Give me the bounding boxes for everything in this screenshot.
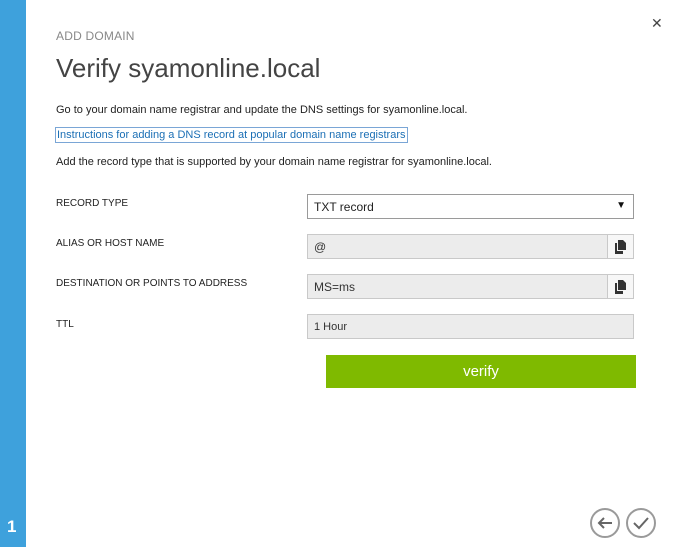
ttl-value: 1 Hour	[314, 320, 348, 333]
finish-button[interactable]	[626, 508, 656, 538]
destination-label: DESTINATION OR POINTS TO ADDRESS	[56, 278, 248, 289]
copy-icon	[614, 279, 626, 294]
ttl-label: TTL	[56, 319, 74, 330]
copy-destination-button[interactable]	[607, 275, 633, 298]
destination-field[interactable]: MS=ms	[307, 274, 634, 299]
close-icon[interactable]: ✕	[651, 15, 663, 32]
back-button[interactable]	[590, 508, 620, 538]
record-type-label: RECORD TYPE	[56, 198, 129, 209]
instruction-text-2: Add the record type that is supported by…	[56, 156, 492, 168]
arrow-left-icon	[597, 517, 612, 529]
checkmark-icon	[633, 517, 649, 530]
alias-label: ALIAS OR HOST NAME	[56, 238, 165, 249]
copy-icon	[614, 239, 626, 254]
alias-field[interactable]: @	[307, 234, 634, 259]
instruction-text-1: Go to your domain name registrar and upd…	[56, 104, 468, 116]
verify-button[interactable]: verify	[326, 355, 636, 388]
alias-value: @	[314, 239, 327, 254]
record-type-select[interactable]: TXT record ▼	[307, 194, 634, 219]
wizard-sidebar: 1	[0, 0, 26, 547]
record-type-value: TXT record	[314, 199, 374, 214]
dropdown-arrow-icon: ▼	[616, 200, 626, 211]
step-number: 1	[7, 517, 17, 536]
copy-alias-button[interactable]	[607, 235, 633, 258]
destination-value: MS=ms	[314, 279, 356, 294]
dialog-eyebrow: ADD DOMAIN	[56, 29, 135, 43]
registrar-instructions-link[interactable]: Instructions for adding a DNS record at …	[55, 127, 408, 143]
page-title: Verify syamonline.local	[56, 53, 321, 83]
ttl-field[interactable]: 1 Hour	[307, 314, 634, 339]
